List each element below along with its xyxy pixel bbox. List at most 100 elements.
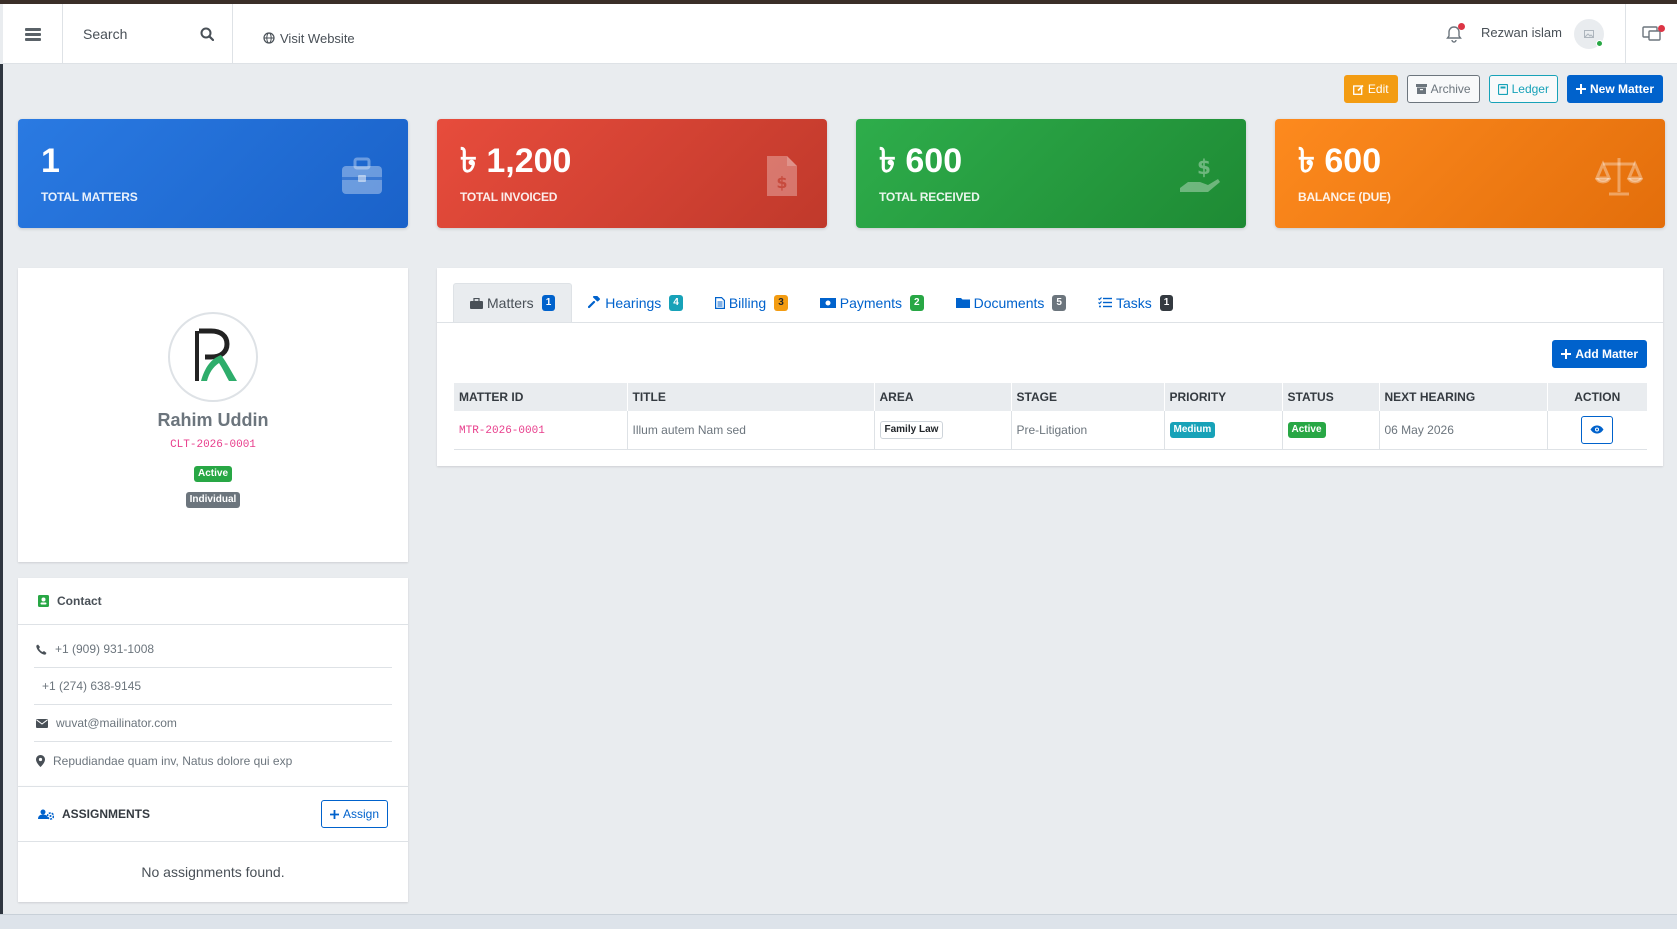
assignments-card: ASSIGNMENTS Assign No assignments found. [18, 786, 408, 902]
stat-card-total-invoiced: ৳ 1,200 TOTAL INVOICED $ [437, 119, 827, 228]
phone-1[interactable]: +1 (909) 931-1008 [55, 642, 154, 656]
hamburger-icon [24, 27, 41, 41]
col-priority: PRIORITY [1164, 383, 1283, 411]
notifications-button[interactable] [1439, 4, 1469, 64]
money-bill-icon [819, 297, 836, 308]
bell-icon [1445, 23, 1465, 43]
col-matter-id: MATTER ID [454, 383, 628, 411]
matter-next-hearing: 06 May 2026 [1379, 411, 1548, 450]
menu-toggle-button[interactable] [3, 4, 63, 64]
edit-label: Edit [1367, 82, 1389, 96]
tab-label: Documents [973, 294, 1045, 311]
new-matter-button[interactable]: New Matter [1566, 75, 1663, 103]
new-matter-label: New Matter [1589, 82, 1654, 96]
envelope-icon [36, 718, 48, 728]
matter-id-link[interactable]: MTR-2026-0001 [459, 425, 545, 437]
tab-count-badge: 2 [910, 294, 924, 311]
search-input[interactable] [83, 26, 193, 42]
user-avatar[interactable] [1573, 4, 1605, 64]
messages-dot [1657, 25, 1665, 32]
col-action: ACTION [1547, 383, 1647, 411]
client-profile-card: Rahim Uddin CLT-2026-0001 Active Individ… [18, 268, 408, 562]
col-title: TITLE [627, 383, 875, 411]
ledger-button[interactable]: Ledger [1488, 75, 1558, 103]
contact-email: wuvat@mailinator.com [34, 705, 392, 742]
task-list-icon [1098, 297, 1112, 308]
assignments-title: ASSIGNMENTS [38, 807, 150, 821]
contact-address: Repudiandae quam inv, Natus dolore qui e… [34, 742, 392, 779]
online-status-dot [1596, 40, 1603, 47]
tab-billing[interactable]: Billing 3 [699, 283, 804, 322]
tab-label: Hearings [605, 294, 662, 311]
add-matter-button[interactable]: Add Matter [1552, 340, 1647, 368]
assignments-label: ASSIGNMENTS [62, 807, 151, 821]
tab-documents[interactable]: Documents 5 [940, 283, 1082, 322]
navbar-search [63, 4, 233, 64]
client-type-badge: Individual [185, 492, 241, 508]
phone-2[interactable]: +1 (274) 638-9145 [36, 679, 141, 693]
plus-icon [1575, 84, 1586, 94]
balance-scale-icon [1595, 152, 1643, 200]
user-name[interactable]: Rezwan islam [1481, 4, 1562, 64]
matter-stage: Pre-Litigation [1011, 411, 1165, 450]
matters-table: MATTER ID TITLE AREA STAGE PRIORITY STAT… [454, 383, 1647, 450]
edit-icon [1352, 84, 1364, 95]
map-marker-icon [36, 754, 45, 767]
matter-status-badge: Active [1287, 422, 1326, 439]
tab-count-badge: 5 [1052, 294, 1066, 311]
contact-title: Contact [57, 594, 102, 608]
top-navbar: Visit Website Rezwan islam [3, 4, 1677, 64]
col-stage: STAGE [1011, 383, 1165, 411]
eye-icon [1590, 425, 1604, 434]
briefcase-icon [338, 152, 386, 200]
visit-website-link[interactable]: Visit Website [263, 4, 355, 64]
ledger-label: Ledger [1511, 82, 1549, 96]
tab-count-badge: 4 [669, 294, 683, 311]
visit-website-label: Visit Website [280, 30, 355, 46]
email[interactable]: wuvat@mailinator.com [56, 716, 177, 730]
archive-button[interactable]: Archive [1406, 75, 1480, 103]
matter-title: Illum autem Nam sed [627, 411, 875, 450]
col-next-hearing: NEXT HEARING [1379, 383, 1548, 411]
assignments-header: ASSIGNMENTS Assign [18, 787, 408, 842]
folder-icon [955, 297, 970, 308]
messages-button[interactable] [1625, 4, 1677, 64]
edit-button[interactable]: Edit [1343, 75, 1398, 103]
plus-icon [329, 809, 339, 819]
briefcase-icon [470, 297, 483, 309]
assignments-empty-message: No assignments found. [141, 864, 285, 880]
tab-label: Payments [839, 294, 903, 311]
svg-text:$: $ [776, 173, 787, 192]
book-icon [1497, 83, 1508, 95]
client-details-tabs-card: Matters 1 Hearings 4 Billing 3 Payments … [437, 268, 1663, 466]
page-actions: Edit Archive Ledger New Matter [1343, 75, 1663, 103]
view-matter-button[interactable] [1581, 415, 1614, 444]
col-area: AREA [874, 383, 1012, 411]
add-matter-label: Add Matter [1575, 347, 1638, 361]
brand-logo-icon [181, 325, 245, 389]
table-row: MTR-2026-0001 Illum autem Nam sed Family… [454, 411, 1647, 450]
tab-hearings[interactable]: Hearings 4 [572, 283, 699, 322]
search-icon[interactable] [200, 27, 214, 41]
client-name: Rahim Uddin [157, 410, 269, 430]
globe-icon [263, 32, 275, 44]
svg-text:$: $ [1197, 155, 1211, 179]
tab-matters[interactable]: Matters 1 [453, 283, 573, 322]
sidebar-collapsed-strip [0, 64, 3, 914]
tab-label: Billing [728, 294, 767, 311]
matter-priority-badge: Medium [1169, 422, 1216, 439]
tab-count-badge: 1 [1159, 294, 1174, 311]
table-header-row: MATTER ID TITLE AREA STAGE PRIORITY STAT… [454, 383, 1647, 411]
contact-header: Contact [18, 578, 408, 625]
tab-bar: Matters 1 Hearings 4 Billing 3 Payments … [437, 268, 1663, 323]
tab-count-badge: 3 [774, 294, 788, 311]
chat-monitor-icon [1641, 25, 1665, 43]
phone-icon [36, 644, 47, 655]
tab-tasks[interactable]: Tasks 1 [1082, 283, 1189, 322]
tab-payments[interactable]: Payments 2 [804, 283, 940, 322]
assign-label: Assign [342, 807, 379, 821]
contact-phone-secondary: +1 (274) 638-9145 [34, 668, 392, 705]
stat-card-balance-due: ৳ 600 BALANCE (DUE) [1275, 119, 1665, 228]
assign-button[interactable]: Assign [320, 800, 388, 828]
tab-count-badge: 1 [541, 295, 556, 311]
